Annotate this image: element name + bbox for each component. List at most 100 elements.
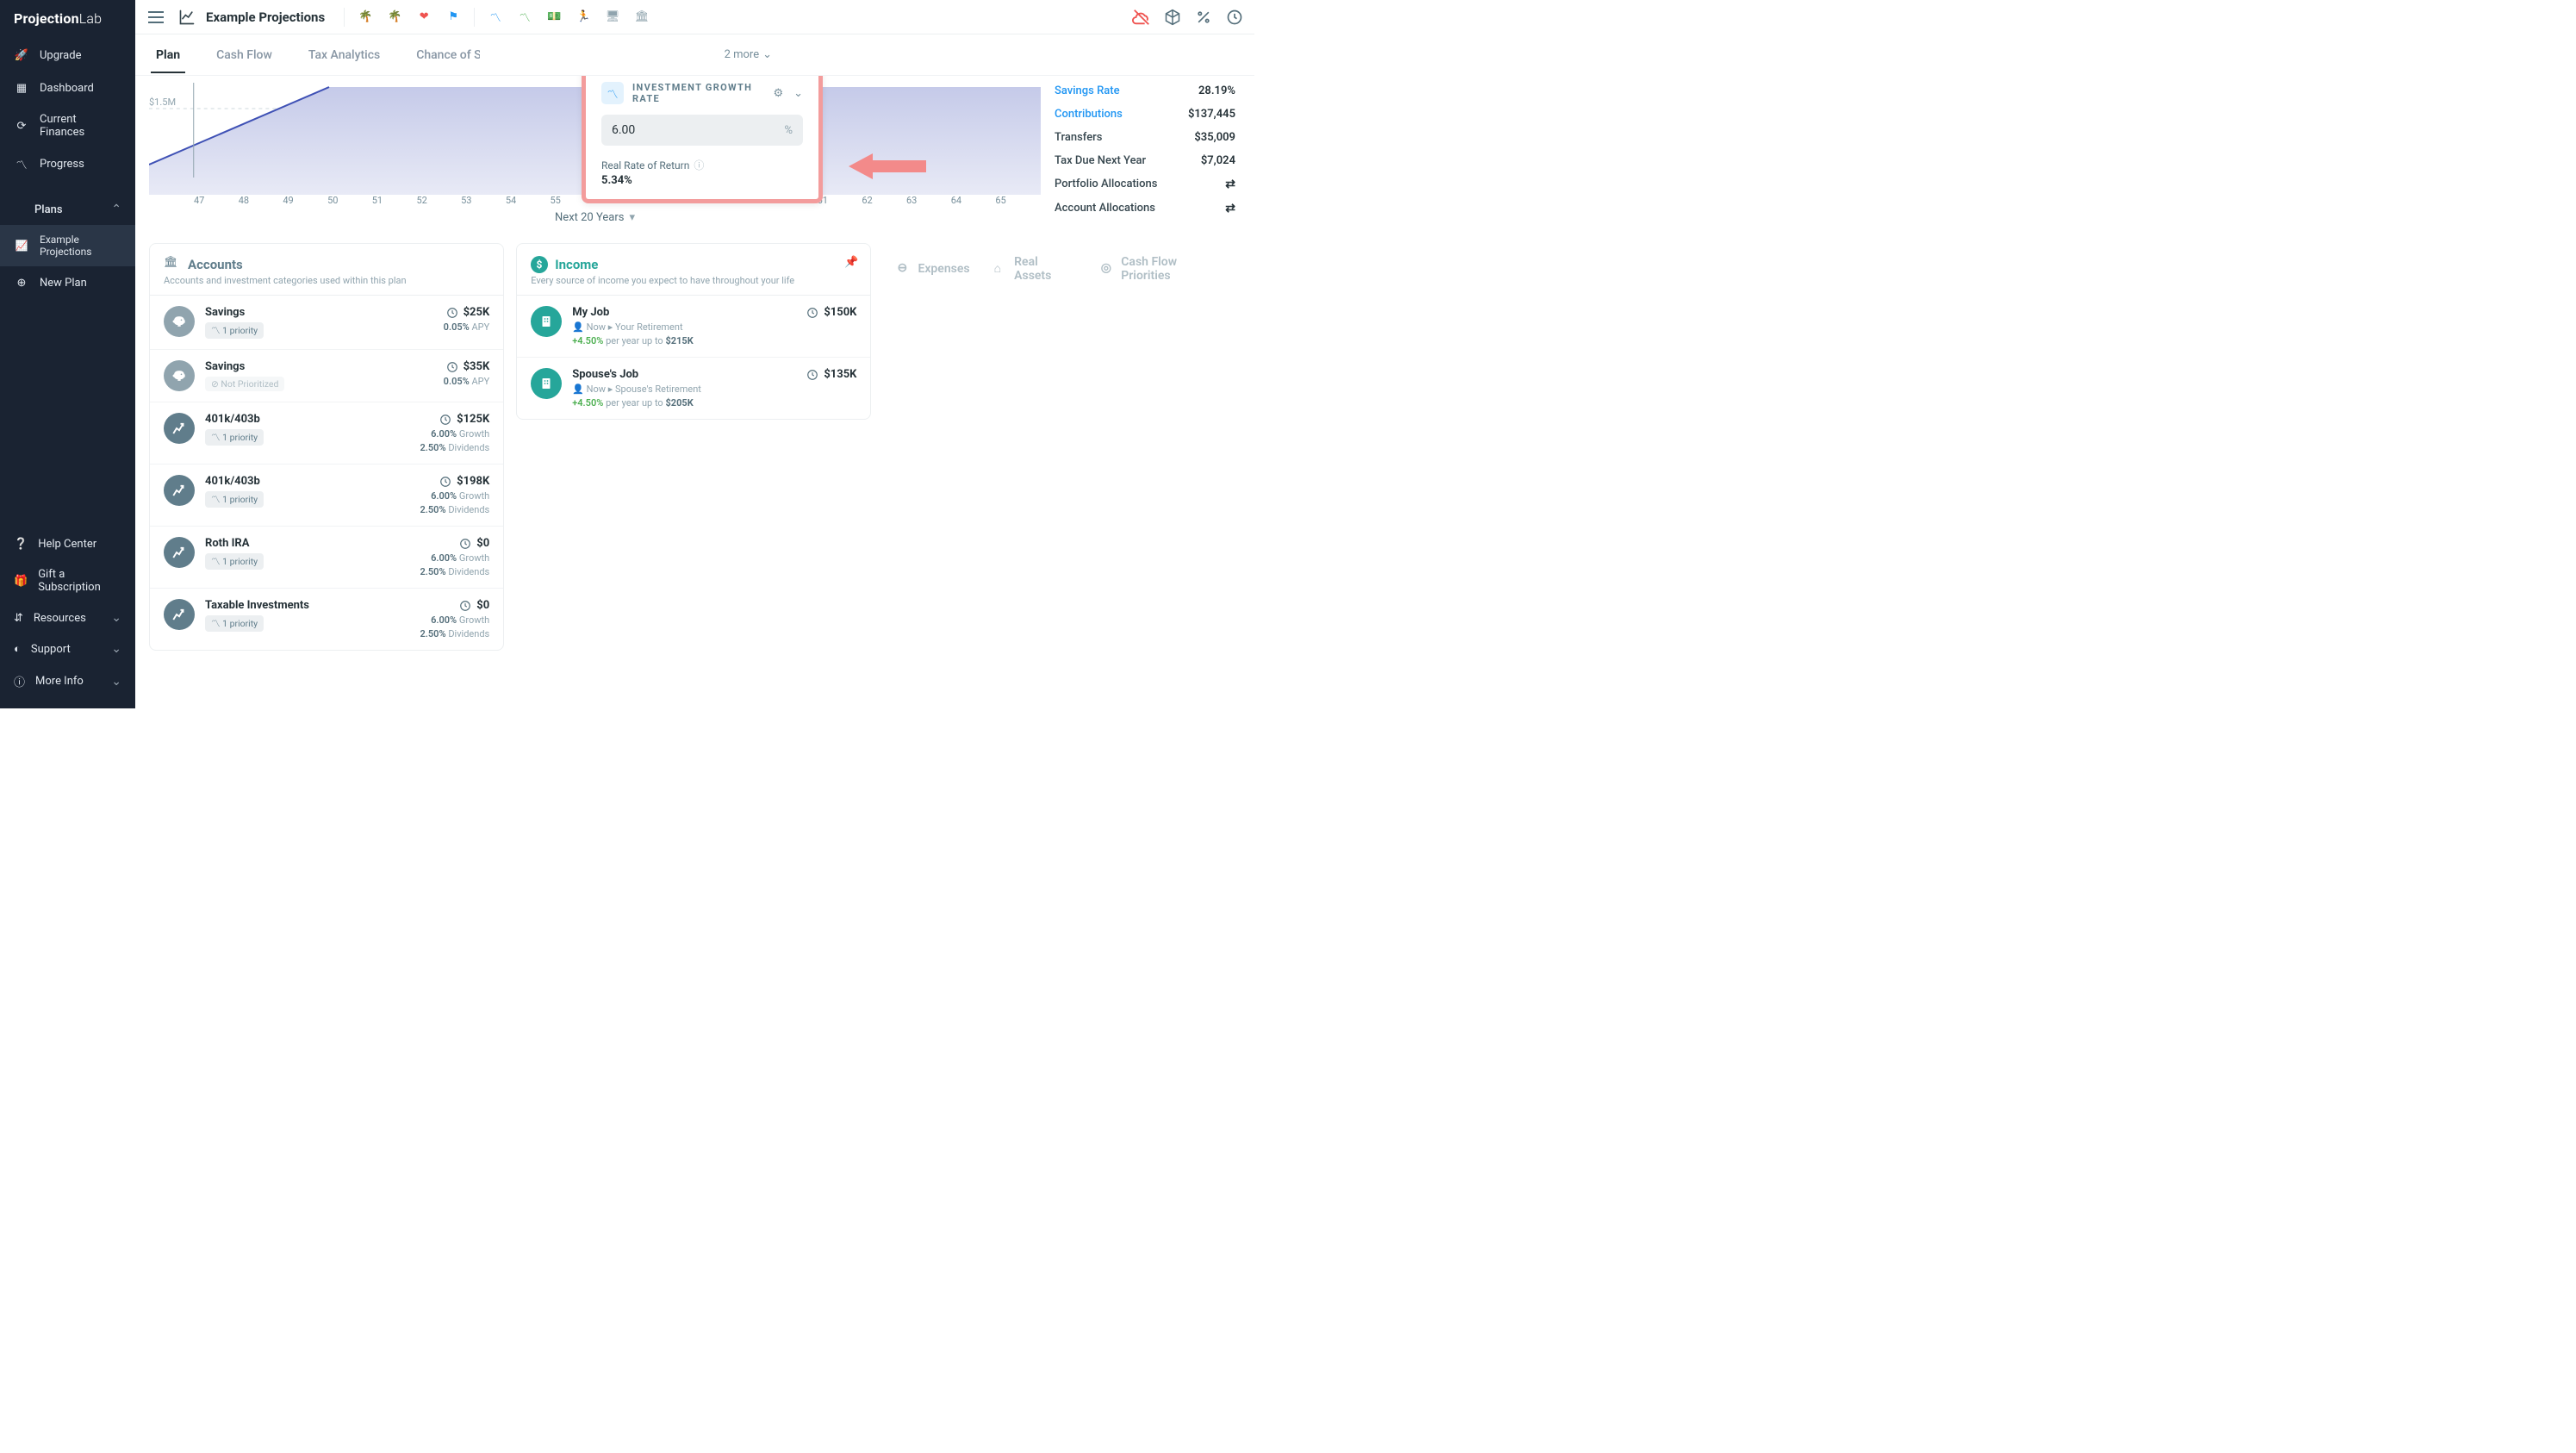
account-item[interactable]: 401k/403b 〽 1 priority $198K 6.00% Growt… <box>150 464 503 526</box>
income-amount: $150K <box>824 306 856 319</box>
heart-icon[interactable]: ❤ <box>414 7 434 28</box>
tab-plan[interactable]: Plan <box>151 38 185 72</box>
nav-support[interactable]: ◐Support⌄ <box>0 633 135 664</box>
stat-value: 28.19% <box>1198 84 1235 97</box>
growth-icon <box>164 475 195 506</box>
help-icon: ❔ <box>14 538 28 551</box>
target-clock-icon[interactable] <box>1225 8 1244 27</box>
tab-real-assets[interactable]: ⌂Real Assets <box>994 255 1077 283</box>
account-item[interactable]: 401k/403b 〽 1 priority $125K 6.00% Growt… <box>150 402 503 464</box>
nav-plans-section[interactable]: Plans⌃ <box>0 194 135 225</box>
income-title: Income <box>555 257 598 272</box>
tabs-more[interactable]: 2 more ⌄ <box>725 48 772 61</box>
growth-rate-input-wrap[interactable]: % <box>601 115 803 146</box>
growth-popover-icon: 〽 <box>601 82 624 104</box>
stat-row[interactable]: Contributions$137,445 <box>1055 103 1235 126</box>
money-icon[interactable]: 💵 <box>544 7 564 28</box>
account-item[interactable]: Taxable Investments 〽 1 priority $0 6.00… <box>150 588 503 650</box>
income-card: $ Income Every source of income you expe… <box>516 243 871 420</box>
cloud-off-icon[interactable] <box>1132 8 1151 27</box>
income-list: My Job 👤 Now ▸ Your Retirement +4.50% pe… <box>517 295 870 419</box>
nav-label: Upgrade <box>40 49 81 62</box>
stat-row[interactable]: Account Allocations⇄ <box>1055 196 1235 221</box>
stat-label: Savings Rate <box>1055 84 1120 97</box>
gift-icon: 🎁 <box>14 575 28 588</box>
growth-icon <box>164 537 195 568</box>
nav-progress[interactable]: 〽Progress <box>0 147 135 180</box>
nav-new-plan[interactable]: ⊕New Plan <box>0 266 135 299</box>
support-icon: ◐ <box>14 642 21 656</box>
plan-tabs: Plan Cash Flow Tax Analytics Chance of S… <box>135 34 1254 76</box>
tab-expenses[interactable]: ⊖Expenses <box>897 261 969 277</box>
growth-rate-popover: 〽 Investment Growth Rate ⚙ ⌄ % Real Rate… <box>582 76 823 203</box>
menu-toggle[interactable] <box>146 7 166 28</box>
nav-label: Help Center <box>38 538 96 551</box>
stat-label: Portfolio Allocations <box>1055 178 1157 191</box>
nav-resources[interactable]: ⇵Resources⌄ <box>0 602 135 633</box>
account-name: Roth IRA <box>205 537 409 550</box>
nav-more-info[interactable]: ⓘMore Info⌄ <box>0 664 135 698</box>
tab-cash-flow-priorities[interactable]: ◎Cash Flow Priorities <box>1101 255 1227 283</box>
popover-title: Investment Growth Rate <box>632 82 764 104</box>
nav-current-finances[interactable]: ⟳Current Finances <box>0 104 135 147</box>
chart-range-selector[interactable]: Next 20 Years ▾ <box>149 211 1041 224</box>
growth-icon <box>164 413 195 444</box>
piggy-icon <box>164 306 195 337</box>
tab-tax-analytics[interactable]: Tax Analytics <box>303 38 385 72</box>
xtick: 50 <box>327 195 338 206</box>
account-item[interactable]: Savings 〽 1 priority $25K 0.05% APY <box>150 295 503 349</box>
nav-dashboard[interactable]: ▦Dashboard <box>0 72 135 104</box>
stat-row[interactable]: Savings Rate 28.19% <box>1055 79 1235 103</box>
tab-cash-flow[interactable]: Cash Flow <box>211 38 277 72</box>
pin-icon[interactable]: 📌 <box>844 256 858 269</box>
trend-icon: 〽 <box>14 156 29 171</box>
info-icon[interactable]: ⓘ <box>694 158 704 172</box>
chevron-down-icon: ⌄ <box>762 48 772 61</box>
content: 〽 Investment Growth Rate ⚙ ⌄ % Real Rate… <box>135 76 1254 708</box>
nav-label: Resources <box>34 612 86 625</box>
bank-icon[interactable]: 🏛 <box>632 7 652 28</box>
stat-action[interactable]: ⇄ <box>1225 202 1235 215</box>
gear-icon[interactable]: ⚙ <box>773 87 783 100</box>
stat-row[interactable]: Portfolio Allocations ⇄ <box>1055 172 1235 196</box>
account-meta: 0.05% APY <box>444 376 490 387</box>
person-icon[interactable]: 🏃 <box>573 7 594 28</box>
account-meta: 6.00% Growth <box>420 490 489 502</box>
account-meta: 2.50% Dividends <box>420 628 489 639</box>
flag-icon[interactable]: ⚑ <box>443 7 464 28</box>
building-icon <box>531 306 562 337</box>
rocket-icon: 🚀 <box>14 47 29 63</box>
account-item[interactable]: Savings ⊘ Not Prioritized $35K 0.05% APY <box>150 349 503 402</box>
tab-chance-of-success[interactable]: Chance of Success <box>411 38 480 72</box>
percent-icon[interactable] <box>1194 8 1213 27</box>
nav-help-center[interactable]: ❔ Help Center <box>0 529 135 559</box>
palm-pink-icon[interactable]: 🌴 <box>384 7 405 28</box>
nav-example-projections[interactable]: 📈Example Projections <box>0 225 135 266</box>
chart-ylabel: $1.5M <box>149 97 176 108</box>
priority-badge: 〽 1 priority <box>205 429 264 446</box>
income-item[interactable]: My Job 👤 Now ▸ Your Retirement +4.50% pe… <box>517 295 870 357</box>
building-icon <box>531 368 562 399</box>
account-amount: $35K <box>464 360 490 373</box>
growth-teal-icon[interactable]: 〽 <box>485 7 506 28</box>
growth-green-icon[interactable]: 〽 <box>514 7 535 28</box>
xtick: 48 <box>239 195 249 206</box>
account-item[interactable]: Roth IRA 〽 1 priority $0 6.00% Growth2.5… <box>150 526 503 588</box>
nav-upgrade[interactable]: 🚀 Upgrade <box>0 39 135 72</box>
chevron-down-icon[interactable]: ⌄ <box>793 87 803 100</box>
accounts-list: Savings 〽 1 priority $25K 0.05% APY Savi… <box>150 295 503 650</box>
screen-icon[interactable]: 🖥 <box>602 7 623 28</box>
nav-gift[interactable]: 🎁Gift a Subscription <box>0 559 135 602</box>
account-amount: $0 <box>476 599 489 612</box>
palm-green-icon[interactable]: 🌴 <box>355 7 376 28</box>
chevron-down-icon: ⌄ <box>111 675 121 689</box>
bank-icon: 🏛 <box>164 256 181 273</box>
resources-icon: ⇵ <box>14 612 23 625</box>
cube-icon[interactable] <box>1163 8 1182 27</box>
stat-action[interactable]: ⇄ <box>1225 178 1235 191</box>
growth-rate-input[interactable] <box>612 123 756 137</box>
income-item[interactable]: Spouse's Job 👤 Now ▸ Spouse's Retirement… <box>517 357 870 419</box>
nav-label: More Info <box>35 675 84 688</box>
xtick: 64 <box>951 195 961 206</box>
account-amount: $125K <box>457 413 489 426</box>
